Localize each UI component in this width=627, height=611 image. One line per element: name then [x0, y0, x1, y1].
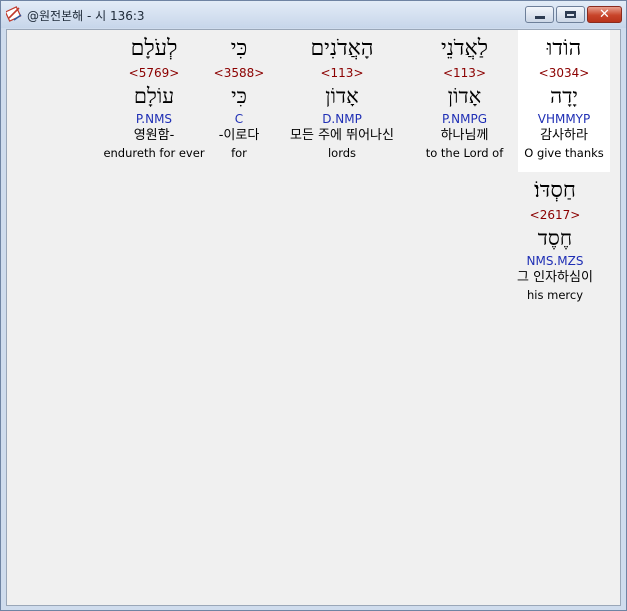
korean-gloss: 모든 주에 뛰어나신 [290, 128, 394, 143]
app-window: @원전본해 - 시 136:3 ✕ הוֹדוּ <3034> יָדָה VH… [0, 0, 627, 611]
english-gloss: his mercy [526, 288, 583, 302]
strong-number[interactable]: <3588> [207, 65, 271, 81]
word-block[interactable]: הָאֲדֹנִים <113> אָדוֹן D.NMP 모든 주에 뛰어나신… [273, 33, 411, 161]
hebrew-word: הוֹדוּ [546, 36, 582, 61]
hebrew-word: לְעֹלָם [130, 36, 178, 61]
word-block[interactable]: חַסְדּוֹ׃ <2617> חֶסֶד NMS.MZS 그 인자하심이 h… [500, 175, 610, 303]
maximize-icon [565, 11, 576, 18]
strong-number[interactable]: <5769> [102, 65, 206, 81]
parsing-code: NMS.MZS [526, 254, 584, 268]
korean-gloss: -이로다 [218, 128, 260, 143]
maximize-button[interactable] [556, 6, 585, 23]
hebrew-lemma: יָדָה [550, 84, 578, 108]
word-block[interactable]: לְעֹלָם <5769> עוֹלָם P.NMS 영원함- enduret… [102, 33, 206, 161]
korean-gloss: 영원함- [133, 128, 175, 143]
app-icon [6, 6, 22, 22]
parsing-code: D.NMP [322, 112, 362, 126]
hebrew-lemma: חֶסֶד [537, 226, 573, 250]
title-bar[interactable]: @원전본해 - 시 136:3 ✕ [1, 1, 626, 28]
minimize-icon [535, 16, 545, 19]
word-block[interactable]: הוֹדוּ <3034> יָדָה VHMMYP 감사하라 O give t… [518, 33, 610, 161]
parsing-code: P.NMPG [441, 112, 488, 126]
word-block[interactable]: כִּי <3588> כִּי C -이로다 for [207, 33, 271, 161]
english-gloss: lords [327, 146, 357, 160]
hebrew-word: לַאֲדֹנֵי [441, 36, 488, 61]
parsing-code: VHMMYP [537, 112, 591, 126]
hebrew-lemma: אָדוֹן [325, 84, 359, 108]
english-gloss: O give thanks [524, 146, 604, 160]
korean-gloss: 하나님께 [440, 128, 489, 143]
word-block[interactable]: לַאֲדֹנֵי <113> אָדוֹן P.NMPG 하나님께 to th… [412, 33, 517, 161]
hebrew-lemma: כִּי [231, 84, 247, 108]
korean-gloss: 그 인자하심이 [517, 270, 593, 285]
parsing-code: P.NMS [135, 112, 173, 126]
window-title: @원전본해 - 시 136:3 [27, 9, 145, 23]
strong-number[interactable]: <113> [412, 65, 517, 81]
hebrew-lemma: עוֹלָם [133, 84, 175, 108]
interlinear-panel: הוֹדוּ <3034> יָדָה VHMMYP 감사하라 O give t… [6, 29, 621, 606]
parsing-code: C [234, 112, 244, 126]
korean-gloss: 감사하라 [540, 128, 588, 143]
english-gloss: to the Lord of [425, 146, 504, 160]
english-gloss: endureth for ever [103, 146, 205, 160]
minimize-button[interactable] [525, 6, 554, 23]
strong-number[interactable]: <3034> [518, 65, 610, 81]
hebrew-word: הָאֲדֹנִים [310, 36, 374, 61]
close-button[interactable]: ✕ [587, 6, 622, 23]
strong-number[interactable]: <113> [273, 65, 411, 81]
strong-number[interactable]: <2617> [500, 207, 610, 223]
hebrew-word: כִּי [230, 36, 248, 61]
hebrew-lemma: אָדוֹן [447, 84, 482, 108]
close-icon: ✕ [599, 7, 610, 22]
english-gloss: for [231, 146, 247, 160]
hebrew-word: חַסְדּוֹ׃ [534, 178, 576, 203]
